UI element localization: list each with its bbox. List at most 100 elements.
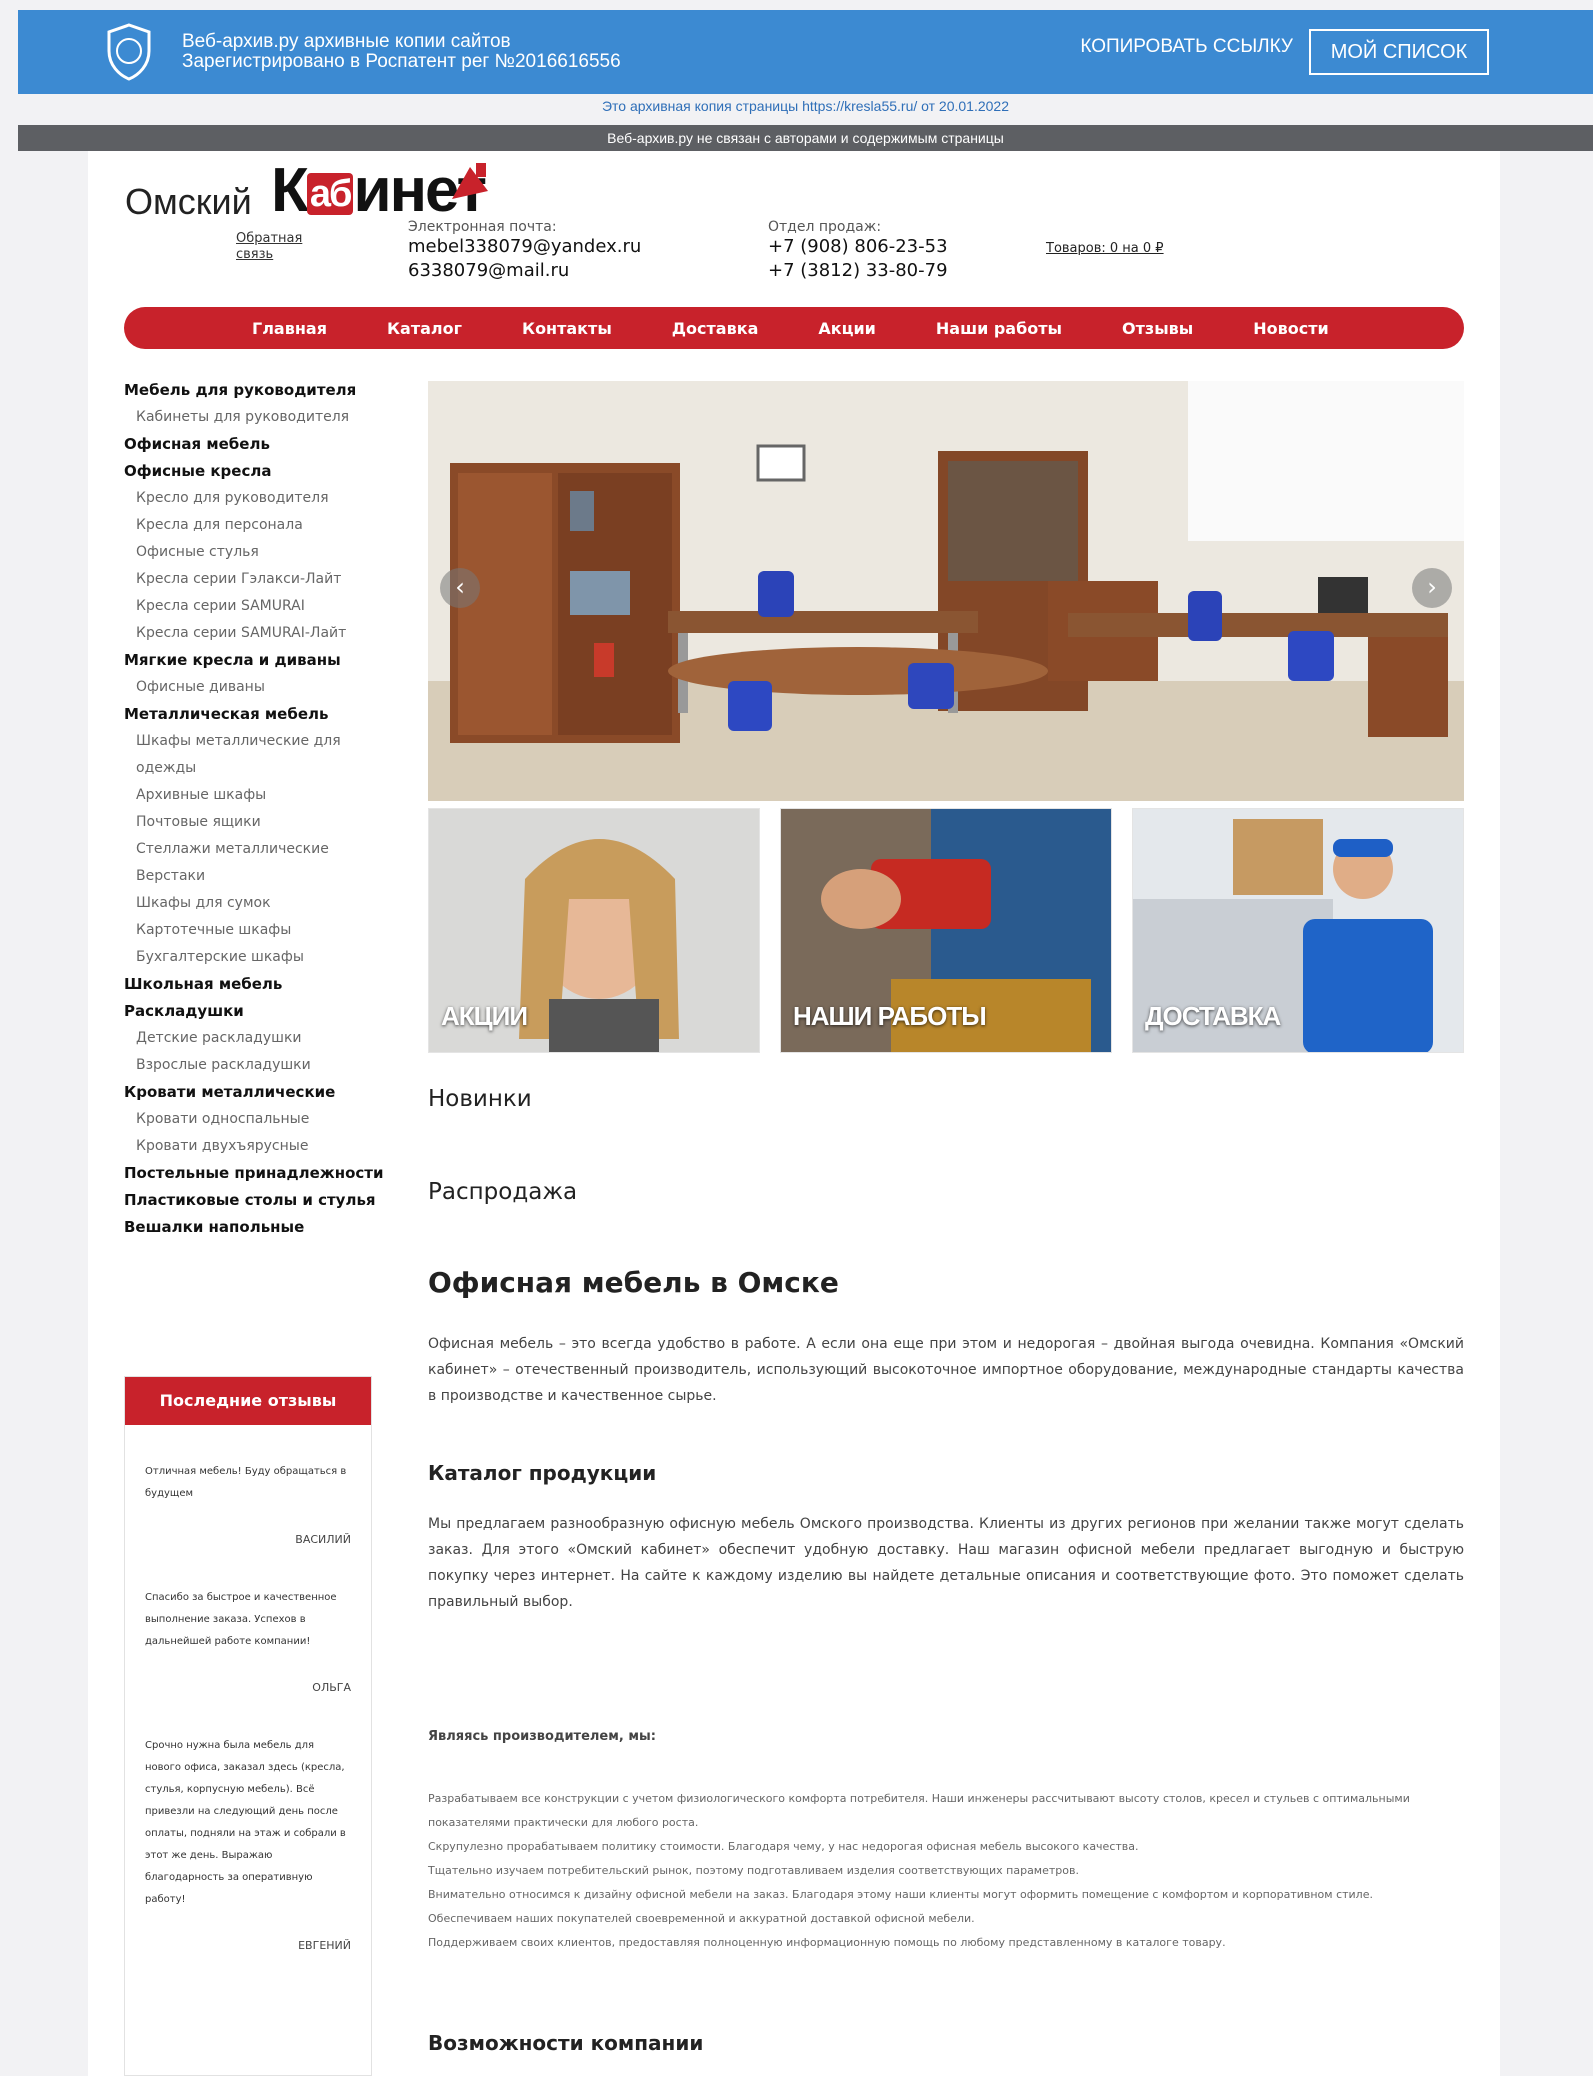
producer-item: Скрупулезно прорабатываем политику стоим… — [428, 1840, 1139, 1853]
my-list-button[interactable]: МОЙ СПИСОК — [1309, 29, 1489, 75]
sidebar-subcategory[interactable]: Детские раскладушки — [124, 1025, 384, 1052]
tile-delivery[interactable]: ДОСТАВКА — [1132, 808, 1464, 1053]
sidebar-category[interactable]: Офисные кресла — [124, 458, 384, 485]
logo-text-small: Омский — [125, 181, 252, 222]
sidebar-subcategory[interactable]: Архивные шкафы — [124, 782, 384, 809]
nav-our-works[interactable]: Наши работы — [936, 319, 1062, 338]
email-label: Электронная почта: — [408, 219, 557, 235]
logo-roof-icon — [452, 163, 488, 199]
nav-catalog[interactable]: Каталог — [387, 319, 462, 338]
review-item: Спасибо за быстрое и качественное выполн… — [125, 1587, 371, 1699]
sidebar-subcategory[interactable]: Верстаки — [124, 863, 384, 890]
cart-link[interactable]: Товаров: 0 на 0 ₽ — [1046, 241, 1164, 256]
producer-item: Обеспечиваем наших покупателей своевреме… — [428, 1912, 975, 1925]
sidebar-subcategory[interactable]: Кровати двухъярусные — [124, 1133, 384, 1160]
promo-tiles: АКЦИИ НАШИ РАБОТЫ ДОСТАВКА — [428, 808, 1464, 1053]
review-text: Спасибо за быстрое и качественное выполн… — [145, 1592, 337, 1647]
archive-title: Веб-архив.ру архивные копии сайтов — [182, 31, 511, 52]
sidebar-subcategory[interactable]: Шкафы для сумок — [124, 890, 384, 917]
tile-label: НАШИ РАБОТЫ — [793, 1001, 987, 1031]
nav-reviews[interactable]: Отзывы — [1122, 319, 1193, 338]
main-nav: Главная Каталог Контакты Доставка Акции … — [124, 307, 1464, 349]
page-title: Офисная мебель в Омске — [428, 1266, 839, 1299]
producer-item: Поддерживаем своих клиентов, предоставля… — [428, 1936, 1226, 1949]
sidebar-category[interactable]: Мягкие кресла и диваны — [124, 647, 384, 674]
office-photo — [428, 381, 1464, 801]
shield-icon — [107, 23, 151, 81]
copy-link-button[interactable]: КОПИРОВАТЬ ССЫЛКУ — [1080, 36, 1293, 58]
slider-next-button[interactable]: › — [1412, 568, 1452, 608]
sidebar-subcategory[interactable]: Почтовые ящики — [124, 809, 384, 836]
sidebar-subcategory[interactable]: Кабинеты для руководителя — [124, 404, 384, 431]
sidebar-subcategory[interactable]: Картотечные шкафы — [124, 917, 384, 944]
review-text: Отличная мебель! Буду обращаться в будущ… — [145, 1466, 347, 1499]
hero-slider[interactable]: ‹ › — [428, 381, 1464, 801]
tile-promotions[interactable]: АКЦИИ — [428, 808, 760, 1053]
nav-contacts[interactable]: Контакты — [522, 319, 612, 338]
producer-item: Внимательно относимся к дизайну офисной … — [428, 1888, 1373, 1901]
phone-primary[interactable]: +7 (908) 806-23-53 — [768, 235, 948, 259]
review-text: Срочно нужна была мебель для нового офис… — [145, 1740, 346, 1905]
sidebar-category[interactable]: Кровати металлические — [124, 1079, 384, 1106]
reviews-title[interactable]: Последние отзывы — [125, 1377, 371, 1425]
archive-subtitle: Зарегистрировано в Роспатент рег №201661… — [182, 51, 621, 72]
capabilities-heading: Возможности компании — [428, 2031, 704, 2055]
sidebar-category[interactable]: Школьная мебель — [124, 971, 384, 998]
tile-label: АКЦИИ — [441, 1001, 528, 1031]
review-item: Отличная мебель! Буду обращаться в будущ… — [125, 1461, 371, 1551]
sidebar-category[interactable]: Раскладушки — [124, 998, 384, 1025]
category-sidebar: Мебель для руководителя Кабинеты для рук… — [124, 377, 384, 1241]
sidebar-subcategory[interactable]: Бухгалтерские шкафы — [124, 944, 384, 971]
archive-note[interactable]: Это архивная копия страницы https://kres… — [18, 98, 1593, 118]
feedback-link[interactable]: Обратная связь — [236, 231, 316, 263]
sidebar-category[interactable]: Постельные принадлежности — [124, 1160, 384, 1187]
archive-title-block: Веб-архив.ру архивные копии сайтов Зарег… — [182, 32, 621, 72]
slider-prev-button[interactable]: ‹ — [440, 568, 480, 608]
producer-item: Тщательно изучаем потребительский рынок,… — [428, 1864, 1079, 1877]
site-page: Омский Кабинет Обратная связь Электронна… — [88, 151, 1500, 2076]
sidebar-subcategory[interactable]: Кресла для персонала — [124, 512, 384, 539]
email-primary[interactable]: mebel338079@yandex.ru — [408, 235, 641, 259]
tile-label: ДОСТАВКА — [1145, 1001, 1281, 1031]
catalog-heading: Каталог продукции — [428, 1461, 657, 1485]
sidebar-subcategory[interactable]: Кресло для руководителя — [124, 485, 384, 512]
review-author: ОЛЬГА — [312, 1681, 351, 1694]
sidebar-subcategory[interactable]: Офисные стулья — [124, 539, 384, 566]
archive-bar: Веб-архив.ру архивные копии сайтов Зарег… — [18, 10, 1593, 94]
sidebar-subcategory[interactable]: Кровати односпальные — [124, 1106, 384, 1133]
tile-our-works[interactable]: НАШИ РАБОТЫ — [780, 808, 1112, 1053]
sidebar-subcategory[interactable]: Кресла серии Гэлакси-Лайт — [124, 566, 384, 593]
email-secondary[interactable]: 6338079@mail.ru — [408, 259, 641, 283]
sidebar-category[interactable]: Пластиковые столы и стулья — [124, 1187, 384, 1214]
review-item: Срочно нужна была мебель для нового офис… — [125, 1735, 371, 1957]
phone-secondary[interactable]: +7 (3812) 33-80-79 — [768, 259, 948, 283]
nav-delivery[interactable]: Доставка — [672, 319, 759, 338]
sales-label: Отдел продаж: — [768, 219, 882, 235]
nav-home[interactable]: Главная — [252, 319, 327, 338]
sidebar-category[interactable]: Мебель для руководителя — [124, 377, 384, 404]
review-author: ВАСИЛИЙ — [295, 1533, 351, 1546]
sidebar-subcategory[interactable]: Кресла серии SAMURAI-Лайт — [124, 620, 384, 647]
sidebar-subcategory[interactable]: Кресла серии SAMURAI — [124, 593, 384, 620]
review-author: ЕВГЕНИЙ — [298, 1939, 351, 1952]
sidebar-subcategory[interactable]: Шкафы металлические для одежды — [124, 728, 364, 782]
reviews-panel: Последние отзывы Отличная мебель! Буду о… — [124, 1376, 372, 2076]
archive-disclaimer: Веб-архив.ру не связан с авторами и соде… — [18, 125, 1593, 151]
sale-heading[interactable]: Распродажа — [428, 1179, 577, 1205]
new-items-heading[interactable]: Новинки — [428, 1086, 532, 1112]
sidebar-subcategory[interactable]: Взрослые раскладушки — [124, 1052, 384, 1079]
producer-heading: Являясь производителем, мы: — [428, 1729, 656, 1744]
catalog-text: Мы предлагаем разнообразную офисную мебе… — [428, 1516, 1464, 1610]
phone-block: Отдел продаж: +7 (908) 806-23-53 +7 (381… — [768, 219, 948, 283]
intro-text: Офисная мебель – это всегда удобство в р… — [428, 1336, 1464, 1404]
sidebar-subcategory[interactable]: Офисные диваны — [124, 674, 384, 701]
producer-list: Разрабатываем все конструкции с учетом ф… — [428, 1787, 1464, 1955]
nav-promotions[interactable]: Акции — [818, 319, 876, 338]
sidebar-category[interactable]: Офисная мебель — [124, 431, 384, 458]
email-block: Электронная почта: mebel338079@yandex.ru… — [408, 219, 641, 283]
sidebar-category[interactable]: Вешалки напольные — [124, 1214, 384, 1241]
nav-news[interactable]: Новости — [1253, 319, 1328, 338]
sidebar-subcategory[interactable]: Стеллажи металлические — [124, 836, 384, 863]
producer-item: Разрабатываем все конструкции с учетом ф… — [428, 1792, 1410, 1829]
sidebar-category[interactable]: Металлическая мебель — [124, 701, 384, 728]
